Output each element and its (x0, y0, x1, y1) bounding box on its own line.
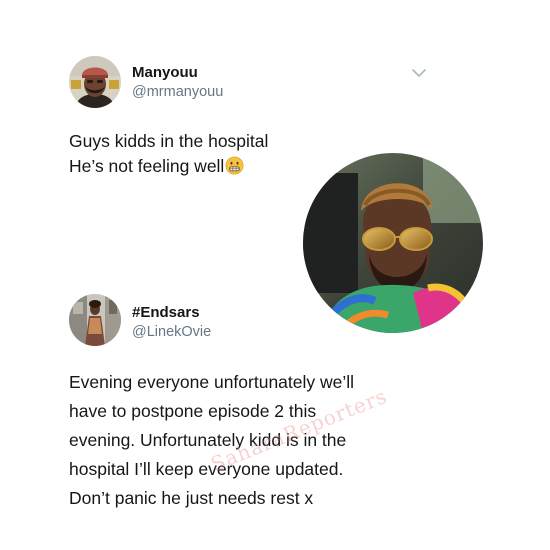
tweet-text-line: Guys kidds in the hospital (69, 131, 269, 151)
chevron-down-icon[interactable] (411, 67, 427, 79)
tweet-text-line: Don’t panic he just needs rest x (69, 488, 314, 508)
display-name[interactable]: #Endsars (132, 304, 200, 321)
avatar-endsars[interactable] (69, 294, 121, 346)
tweet-text-line: He’s not feeling well (69, 156, 225, 176)
circular-portrait-photo (303, 153, 483, 333)
tweet-text: Guys kidds in the hospital He’s not feel… (69, 129, 268, 179)
tweet-text-line-with-emoji: He’s not feeling well (69, 154, 268, 179)
tweet-text-line: Evening everyone unfortunately we’ll (69, 372, 355, 392)
display-name[interactable]: Manyouu (132, 64, 198, 81)
handle[interactable]: @LinekOvie (132, 324, 211, 340)
tweet-text: Evening everyone unfortunately we’ll hav… (69, 368, 354, 513)
avatar-manyouu[interactable] (69, 56, 121, 108)
handle[interactable]: @mrmanyouu (132, 84, 223, 100)
grimacing-face-emoji-icon (225, 156, 244, 175)
